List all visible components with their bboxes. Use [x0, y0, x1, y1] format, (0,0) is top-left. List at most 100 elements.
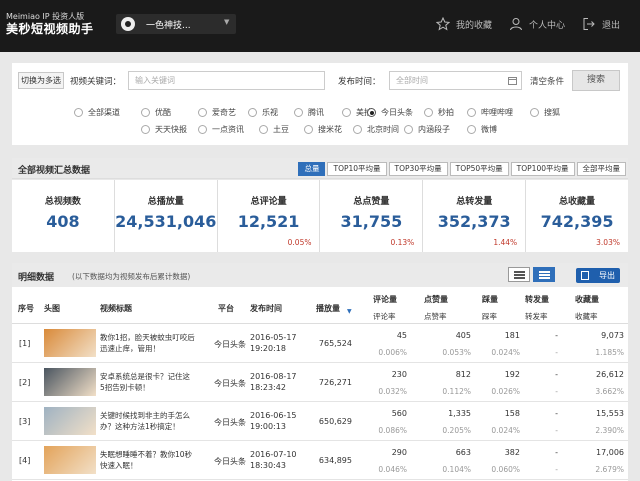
summary-tab[interactable]: TOP30平均量 — [388, 162, 448, 176]
row-favs: 9,073 — [601, 331, 624, 340]
col-favs[interactable]: 收藏量 — [575, 294, 599, 305]
row-share-rate: - — [555, 465, 558, 474]
radio-dot-icon — [294, 108, 303, 117]
row-comments: 290 — [391, 448, 407, 457]
platform-radio-label: 秒拍 — [438, 108, 454, 117]
col-likes[interactable]: 点赞量 — [424, 294, 448, 305]
keyword-input[interactable]: 输入关键词 — [128, 71, 325, 90]
row-danmu-rate: 0.060% — [491, 465, 520, 474]
video-title[interactable]: 安卓系统总是很卡？记住这 — [100, 371, 190, 382]
platform-radio[interactable]: 优酷 — [141, 107, 171, 118]
platform-radio[interactable]: 天天快报 — [141, 124, 187, 135]
platform-radio[interactable]: 土豆 — [259, 124, 289, 135]
clear-filters-link[interactable]: 清空条件 — [530, 75, 564, 87]
row-likes: 663 — [455, 448, 471, 457]
video-title-line2[interactable]: 快速入眠！ — [100, 460, 138, 471]
nav-logout[interactable]: 退出 — [582, 17, 620, 31]
search-button[interactable]: 搜索 — [572, 70, 620, 91]
radio-dot-icon — [424, 108, 433, 117]
row-danmu: 158 — [504, 409, 520, 418]
platform-radio[interactable]: 全部渠道 — [74, 107, 120, 118]
nav-favorites-label: 我的收藏 — [456, 20, 493, 31]
row-shares: - — [555, 370, 558, 379]
video-title-line2[interactable]: 办？这种方法1秒搞定！ — [100, 421, 180, 432]
multi-select-toggle-button[interactable]: 切换为多选 — [18, 72, 64, 89]
video-thumbnail[interactable] — [44, 446, 96, 474]
summary-tab[interactable]: TOP50平均量 — [449, 162, 509, 176]
summary-tab[interactable]: TOP100平均量 — [510, 162, 575, 176]
nav-favorites[interactable]: 我的收藏 — [436, 17, 492, 31]
summary-title: 全部视频汇总数据 — [18, 166, 91, 176]
table-row[interactable]: [1] 教你1招，脸天被蚊虫叮咬后 迅速止痒，管用！ 今日头条 2016-05-17 19… — [12, 324, 628, 363]
summary-header: 全部视频汇总数据 总量 TOP10平均量 TOP30平均量 TOP50平均量 TOP10… — [12, 158, 628, 179]
platform-radio[interactable]: 秒拍 — [424, 107, 454, 118]
user-icon — [510, 18, 522, 31]
stat-percent: 0.05% — [287, 238, 312, 247]
detail-title: 明细数据 — [18, 273, 55, 283]
account-switcher[interactable]: 一色神技... ▼ — [116, 14, 236, 34]
summary-tab[interactable]: TOP10平均量 — [327, 162, 387, 176]
row-danmu-rate: 0.024% — [491, 426, 520, 435]
video-title[interactable]: 教你1招，脸天被蚊虫叮咬后 — [100, 332, 195, 343]
row-favs: 15,553 — [596, 409, 624, 418]
col-danmu[interactable]: 踩量 — [482, 294, 498, 305]
keyword-label: 视频关键词： — [70, 77, 122, 87]
summary-tab[interactable]: 全部平均量 — [576, 162, 626, 176]
video-title-line2[interactable]: 迅速止痒，管用！ — [100, 343, 160, 354]
table-row[interactable]: [2] 安卓系统总是很卡？记住这 5招告别卡顿！ 今日头条 2016-08-17 18:2… — [12, 363, 628, 402]
platform-radio[interactable]: 一点资讯 — [198, 124, 244, 135]
platform-radio[interactable]: 微博 — [467, 124, 497, 135]
platform-radio[interactable]: 爱奇艺 — [198, 107, 236, 118]
video-title[interactable]: 失眠想睡睡不着？教你10秒 — [100, 449, 192, 460]
stat-value: 12,521 — [237, 212, 300, 231]
stat-label: 总视频数 — [44, 197, 81, 207]
col-shares[interactable]: 转发量 — [525, 294, 549, 305]
row-danmu-rate: 0.024% — [491, 348, 520, 357]
stat-value: 408 — [46, 212, 80, 231]
row-likes: 1,335 — [448, 409, 471, 418]
video-title[interactable]: 关键时候找到非主的手怎么 — [100, 410, 190, 421]
platform-radio[interactable]: 腾讯 — [294, 107, 324, 118]
col-title: 视频标题 — [100, 304, 132, 313]
platform-radio[interactable]: 乐视 — [248, 107, 278, 118]
radio-dot-icon — [141, 125, 150, 134]
detail-note: (以下数据均为视频发布后累计数据) — [72, 272, 191, 281]
nav-profile-label: 个人中心 — [529, 20, 566, 31]
row-share-rate: - — [555, 387, 558, 396]
platform-radio[interactable]: 今日头条 — [367, 107, 413, 118]
platform-radio[interactable]: 内涵段子 — [404, 124, 450, 135]
brand-subtitle: Meimiao IP 投资人版 — [6, 12, 85, 21]
time-picker-value: 全部时间 — [396, 76, 428, 85]
video-title-line2[interactable]: 5招告别卡顿！ — [100, 382, 150, 393]
detail-view-button[interactable] — [533, 267, 555, 282]
platform-radio[interactable]: 北京时间 — [353, 124, 399, 135]
col-comments[interactable]: 评论量 — [373, 294, 397, 305]
row-index: [4] — [19, 456, 31, 465]
video-thumbnail[interactable] — [44, 407, 96, 435]
table-row[interactable]: [3] 关键时候找到非主的手怎么 办？这种方法1秒搞定！ 今日头条 2016-06-15… — [12, 402, 628, 441]
nav-profile[interactable]: 个人中心 — [509, 17, 565, 31]
platform-radio-label: 北京时间 — [367, 125, 399, 134]
row-platform: 今日头条 — [214, 418, 246, 427]
platform-radio-label: 优酷 — [155, 108, 171, 117]
time-picker[interactable]: 全部时间 — [389, 71, 522, 90]
stat-value: 31,755 — [340, 212, 403, 231]
summary-tab[interactable]: 总量 — [298, 162, 326, 176]
export-button[interactable]: 导出 — [576, 268, 620, 283]
platform-radio[interactable]: 搜狐 — [530, 107, 560, 118]
platform-radio[interactable]: 哔哩哔哩 — [467, 107, 513, 118]
stat-label: 总转发量 — [456, 197, 493, 207]
row-comments: 230 — [391, 370, 407, 379]
radio-dot-icon — [198, 125, 207, 134]
col-plays[interactable]: 播放量 — [316, 303, 340, 314]
platform-radio-label: 搜米花 — [318, 125, 342, 134]
col-time[interactable]: 发布时间 — [250, 303, 282, 314]
sort-desc-icon[interactable]: ▼ — [347, 308, 352, 315]
table-row[interactable]: [4] 失眠想睡睡不着？教你10秒 快速入眠！ 今日头条 2016-07-10 18:30… — [12, 441, 628, 480]
account-name: 一色神技... — [146, 21, 191, 31]
video-thumbnail[interactable] — [44, 368, 96, 396]
top-bar: Meimiao IP 投资人版 美秒短视频助手 一色神技... ▼ 我的收藏 个… — [0, 0, 640, 52]
list-view-button[interactable] — [508, 267, 530, 282]
video-thumbnail[interactable] — [44, 329, 96, 357]
platform-radio[interactable]: 搜米花 — [304, 124, 342, 135]
